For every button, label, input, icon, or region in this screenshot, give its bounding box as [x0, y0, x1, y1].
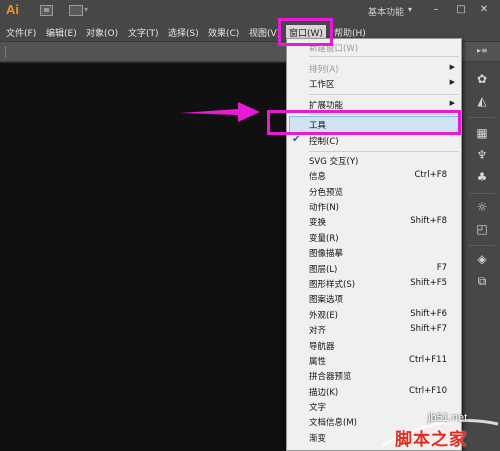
- watermark-site: jb51.net: [428, 412, 468, 424]
- menu-edit[interactable]: 编辑(E): [46, 26, 77, 39]
- menu-effect[interactable]: 效果(C): [208, 26, 239, 39]
- dock-divider: [469, 193, 495, 194]
- menu-object[interactable]: 对象(O): [86, 26, 118, 39]
- minimize-button[interactable]: –: [426, 2, 446, 18]
- close-button[interactable]: ✕: [474, 2, 494, 18]
- menu-separator: [309, 94, 459, 95]
- menu-item-workspace[interactable]: 工作区 ▶: [287, 76, 461, 91]
- menu-item-separations-preview[interactable]: 分色预览: [287, 184, 461, 199]
- menu-item-stroke[interactable]: 描边(K) Ctrl+F10: [287, 384, 461, 399]
- menu-file[interactable]: 文件(F): [6, 26, 36, 39]
- submenu-arrow-icon: ▶: [449, 99, 455, 107]
- maximize-button[interactable]: □: [451, 2, 471, 18]
- menu-separator: [309, 56, 459, 57]
- appearance-icon[interactable]: ☼: [474, 200, 490, 214]
- submenu-arrow-icon: ▶: [449, 78, 455, 86]
- menu-item-image-trace[interactable]: 图像描摹: [287, 245, 461, 260]
- graphic-styles-icon[interactable]: ◰: [474, 222, 490, 236]
- menu-item-pattern-options[interactable]: 图案选项: [287, 291, 461, 306]
- menu-item-info[interactable]: 信息 Ctrl+F8: [287, 168, 461, 183]
- menu-select[interactable]: 选择(S): [168, 26, 199, 39]
- annotation-arrow-icon: [180, 102, 260, 122]
- menu-view[interactable]: 视图(V): [249, 26, 280, 39]
- menu-item-appearance[interactable]: 外观(E) Shift+F6: [287, 307, 461, 322]
- check-icon: ✔: [292, 134, 301, 145]
- arrange-documents-icon[interactable]: [69, 5, 83, 16]
- menu-item-actions[interactable]: 动作(N): [287, 199, 461, 214]
- menu-separator: [309, 151, 459, 152]
- menu-item-control[interactable]: ✔ 控制(C): [287, 133, 461, 148]
- annotation-highlight-tools-item: [267, 110, 461, 135]
- color-icon[interactable]: ✿: [474, 72, 490, 86]
- dock-divider: [469, 245, 495, 246]
- submenu-arrow-icon: ▶: [449, 63, 455, 71]
- brushes-icon[interactable]: ♆: [474, 148, 490, 162]
- menu-item-svg-interactivity[interactable]: SVG 交互(Y): [287, 153, 461, 168]
- menu-item-attributes[interactable]: 属性 Ctrl+F11: [287, 353, 461, 368]
- menu-item-variables[interactable]: 变量(R): [287, 230, 461, 245]
- window-menu-dropdown: 新建窗口(W) 排列(A) ▶ 工作区 ▶ 扩展功能 ▶ 工具 ✔ 控制(C) …: [286, 38, 462, 451]
- menu-item-layers[interactable]: 图层(L) F7: [287, 261, 461, 276]
- menu-item-transform[interactable]: 变换 Shift+F8: [287, 214, 461, 229]
- layers-icon[interactable]: ◈: [474, 252, 490, 266]
- watermark-brand: 脚本之家: [395, 430, 467, 450]
- bridge-icon[interactable]: [40, 5, 53, 16]
- annotation-highlight-window-menu: [278, 18, 333, 46]
- menu-item-arrange[interactable]: 排列(A) ▶: [287, 61, 461, 76]
- dock-divider: [469, 117, 495, 118]
- panel-dock: ✿ ◭ ▦ ♆ ♣ ☼ ◰ ◈ ⧉: [462, 62, 500, 451]
- app-logo: Ai: [6, 2, 19, 17]
- menu-item-align[interactable]: 对齐 Shift+F7: [287, 322, 461, 337]
- color-guide-icon[interactable]: ◭: [474, 94, 490, 108]
- symbols-icon[interactable]: ♣: [474, 170, 490, 184]
- chevron-down-icon[interactable]: ▾: [84, 5, 88, 14]
- title-bar: Ai ▾ 基本功能 ▾ – □ ✕: [0, 0, 500, 22]
- workspace-switcher[interactable]: 基本功能: [368, 5, 404, 18]
- chevron-down-icon[interactable]: ▾: [408, 5, 412, 14]
- menu-item-graphic-styles[interactable]: 图形样式(S) Shift+F5: [287, 276, 461, 291]
- panel-menu-icon[interactable]: ▸≡: [477, 46, 488, 55]
- swatches-icon[interactable]: ▦: [474, 126, 490, 140]
- menu-type[interactable]: 文字(T): [128, 26, 159, 39]
- grip-icon[interactable]: [5, 46, 7, 58]
- menu-item-flattener-preview[interactable]: 拼合器预览: [287, 368, 461, 383]
- menu-item-navigator[interactable]: 导航器: [287, 338, 461, 353]
- artboards-icon[interactable]: ⧉: [474, 274, 490, 288]
